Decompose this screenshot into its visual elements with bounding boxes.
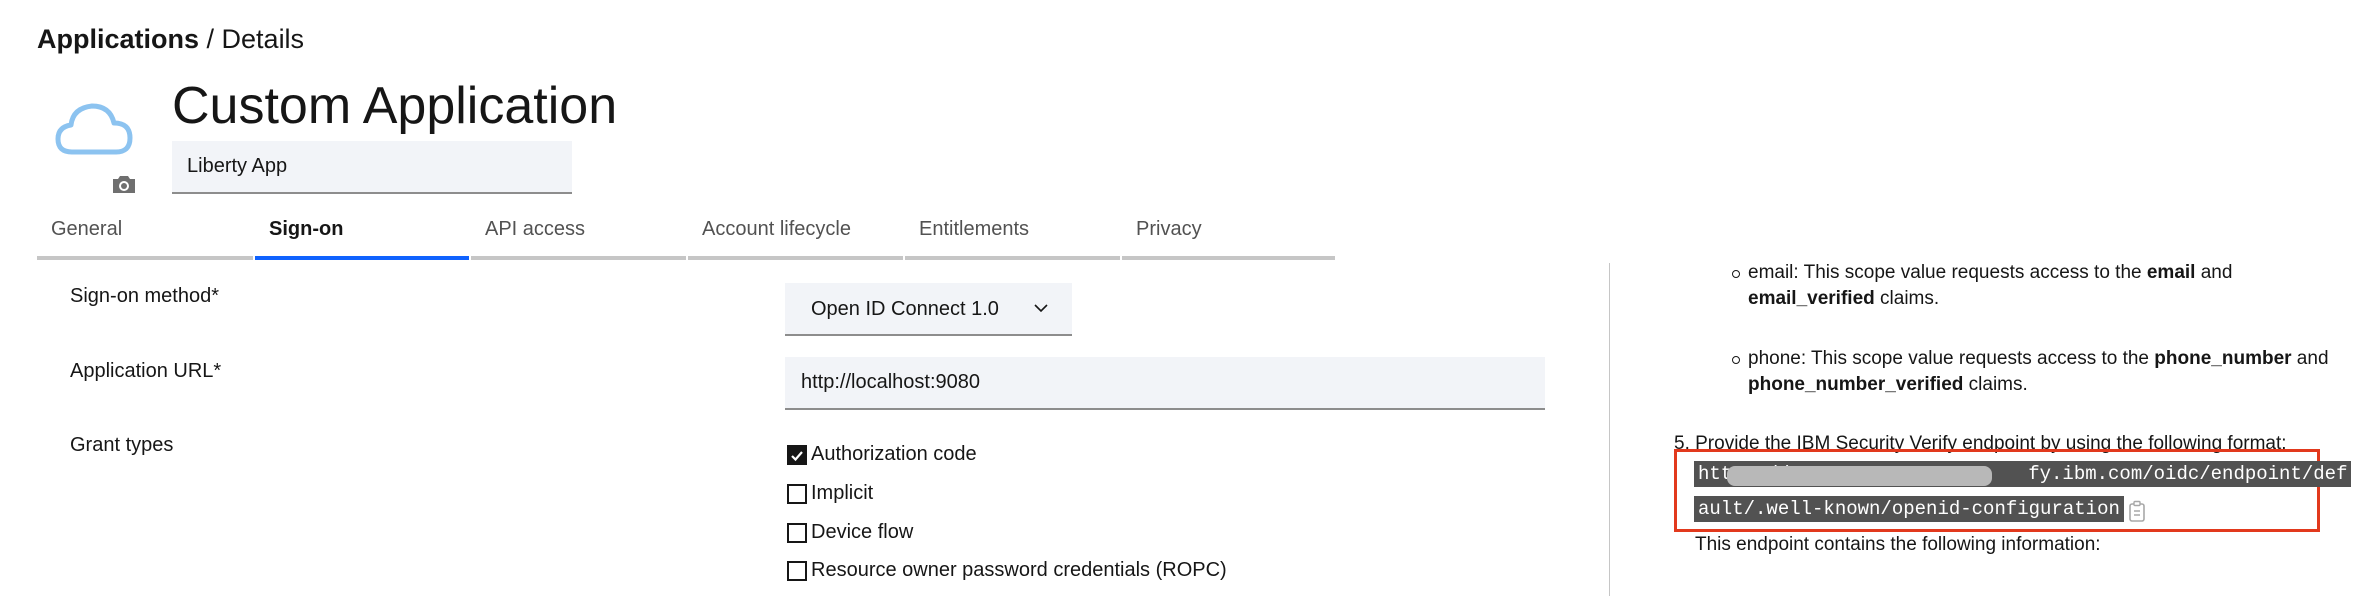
- breadcrumb-current: Details: [221, 24, 305, 54]
- doc-phone-line1: phone: This scope value requests access …: [1748, 346, 2329, 372]
- tab-account-lifecycle[interactable]: Account lifecycle: [688, 211, 903, 260]
- tab-label: Privacy: [1136, 218, 1202, 240]
- doc-endpoint-info: This endpoint contains the following inf…: [1695, 534, 2101, 555]
- application-url-label: Application URL*: [70, 360, 222, 382]
- tab-privacy[interactable]: Privacy: [1122, 211, 1335, 260]
- application-name-input[interactable]: [172, 141, 572, 194]
- tab-general[interactable]: General: [37, 211, 253, 260]
- sign-on-method-label: Sign-on method*: [70, 285, 219, 307]
- tab-bar: General Sign-on API access Account lifec…: [37, 211, 1335, 260]
- doc-text: and: [2291, 348, 2329, 369]
- doc-email-line2: email_verified claims.: [1748, 286, 1939, 312]
- checkbox-unchecked[interactable]: [787, 484, 807, 504]
- tab-label: Account lifecycle: [702, 218, 851, 240]
- checkbox-unchecked[interactable]: [787, 561, 807, 581]
- checkbox-label: Authorization code: [811, 443, 977, 465]
- checkmark-icon: [791, 451, 803, 462]
- checkbox-label: Device flow: [811, 521, 914, 543]
- application-url-input[interactable]: [785, 357, 1545, 410]
- tab-entitlements[interactable]: Entitlements: [905, 211, 1120, 260]
- sign-on-method-dropdown[interactable]: Open ID Connect 1.0: [785, 283, 1072, 336]
- doc-email-line1: email: This scope value requests access …: [1748, 260, 2232, 286]
- bullet-icon: [1732, 270, 1740, 278]
- doc-text: claims.: [1874, 288, 1940, 309]
- doc-bold: email_verified: [1748, 288, 1875, 309]
- code-text: fy.ibm.com/oidc/endpoint/def: [2024, 461, 2352, 487]
- checkbox-unchecked[interactable]: [787, 523, 807, 543]
- tab-api-access[interactable]: API access: [471, 211, 686, 260]
- copy-icon[interactable]: [2128, 500, 2146, 522]
- checkbox-label: Resource owner password credentials (ROP…: [811, 559, 1227, 581]
- tab-label: General: [51, 218, 123, 240]
- doc-bold: phone_number: [2154, 348, 2292, 369]
- panel-divider: [1609, 263, 1610, 596]
- breadcrumb: Applications / Details: [37, 24, 304, 55]
- tab-label: Entitlements: [919, 218, 1030, 240]
- tab-label: Sign-on: [269, 218, 344, 240]
- cloud-icon: [55, 103, 133, 155]
- grant-types-label: Grant types: [70, 434, 174, 456]
- tab-sign-on[interactable]: Sign-on: [255, 211, 469, 260]
- breadcrumb-separator: /: [199, 24, 222, 54]
- page-title: Custom Application: [172, 77, 618, 135]
- tab-label: API access: [485, 218, 586, 240]
- breadcrumb-root[interactable]: Applications: [37, 24, 199, 54]
- doc-bold: email: [2146, 262, 2196, 283]
- doc-text: and: [2195, 262, 2233, 283]
- doc-text: claims.: [1963, 374, 2028, 395]
- checkbox-label: Implicit: [811, 482, 874, 504]
- dropdown-selected-value: Open ID Connect 1.0: [811, 298, 999, 320]
- checkbox-checked[interactable]: [787, 445, 807, 465]
- doc-phone-line2: phone_number_verified claims.: [1748, 372, 2028, 398]
- doc-text: email: This scope value requests access …: [1748, 262, 2147, 283]
- code-text: ault/.well-known/openid-configuration: [1694, 496, 2124, 522]
- doc-bold: phone_number_verified: [1748, 374, 1964, 395]
- bullet-icon: [1732, 356, 1740, 364]
- chevron-down-icon: [1034, 304, 1048, 313]
- camera-icon[interactable]: [111, 174, 137, 195]
- doc-text: phone: This scope value requests access …: [1748, 348, 2155, 369]
- redaction-blur: [1727, 466, 1992, 486]
- endpoint-line-2: ault/.well-known/openid-configuration: [1694, 496, 2124, 522]
